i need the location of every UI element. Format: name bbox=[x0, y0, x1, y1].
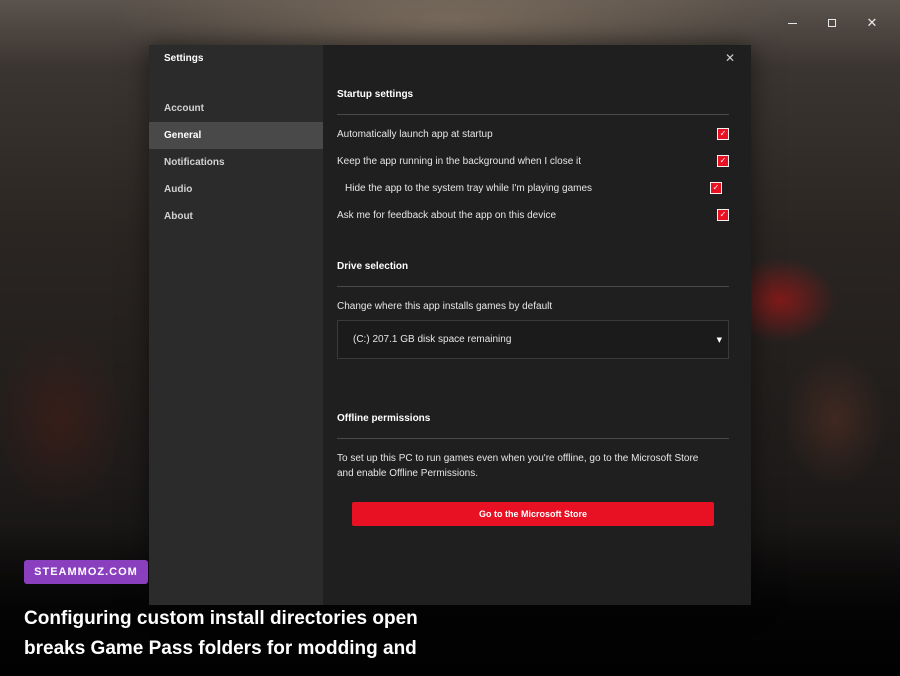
settings-dialog: Settings Account General Notifications A… bbox=[149, 45, 751, 605]
offline-divider bbox=[337, 438, 729, 439]
microsoft-store-button[interactable]: Go to the Microsoft Store bbox=[352, 502, 714, 526]
sidebar-item-general[interactable]: General bbox=[149, 122, 323, 149]
setting-label: Keep the app running in the background w… bbox=[337, 156, 582, 167]
install-drive-dropdown[interactable]: (C:) 207.1 GB disk space remaining ▼ bbox=[337, 320, 729, 359]
setting-label: Ask me for feedback about the app on thi… bbox=[337, 210, 557, 221]
offline-description-line: and enable Offline Permissions. bbox=[337, 468, 479, 479]
minimize-icon bbox=[787, 22, 797, 24]
caption-line: Configuring custom install directories o… bbox=[24, 608, 418, 629]
dropdown-selected-value: (C:) 207.1 GB disk space remaining bbox=[353, 334, 512, 345]
drive-section-title: Drive selection bbox=[337, 261, 409, 272]
sidebar-item-account[interactable]: Account bbox=[149, 95, 323, 122]
minimize-button[interactable] bbox=[772, 12, 812, 34]
checkmark-icon: ✓ bbox=[719, 156, 727, 165]
setting-auto-launch: Automatically launch app at startup ✓ bbox=[337, 121, 729, 148]
caption-line: breaks Game Pass folders for modding and bbox=[24, 638, 417, 659]
setting-label: Automatically launch app at startup bbox=[337, 129, 493, 140]
close-icon: ✕ bbox=[724, 51, 736, 65]
settings-content: ✕ Startup settings Automatically launch … bbox=[323, 45, 751, 605]
setting-label: Hide the app to the system tray while I'… bbox=[345, 183, 593, 194]
offline-description: To set up this PC to run games even when… bbox=[337, 451, 729, 481]
startup-divider bbox=[337, 114, 729, 115]
offline-description-line: To set up this PC to run games even when… bbox=[337, 453, 699, 464]
feedback-checkbox[interactable]: ✓ bbox=[717, 209, 729, 221]
sidebar-title: Settings bbox=[164, 53, 204, 64]
maximize-icon bbox=[828, 19, 836, 27]
run-background-checkbox[interactable]: ✓ bbox=[717, 155, 729, 167]
checkmark-icon: ✓ bbox=[719, 129, 727, 138]
sidebar-item-notifications[interactable]: Notifications bbox=[149, 149, 323, 176]
hide-to-tray-checkbox[interactable]: ✓ bbox=[710, 182, 722, 194]
settings-sidebar: Settings Account General Notifications A… bbox=[149, 45, 323, 605]
maximize-button[interactable] bbox=[812, 12, 852, 34]
checkmark-icon: ✓ bbox=[712, 183, 720, 192]
chevron-down-icon: ▼ bbox=[716, 335, 722, 344]
drive-description: Change where this app installs games by … bbox=[337, 301, 553, 312]
sidebar-item-about[interactable]: About bbox=[149, 203, 323, 230]
setting-feedback: Ask me for feedback about the app on thi… bbox=[337, 202, 729, 229]
article-caption: Configuring custom install directories o… bbox=[24, 604, 884, 664]
startup-options: Automatically launch app at startup ✓ Ke… bbox=[337, 121, 729, 229]
close-icon: ✕ bbox=[866, 15, 878, 31]
startup-section-title: Startup settings bbox=[337, 89, 414, 100]
window-controls: ✕ bbox=[772, 12, 892, 34]
window-close-button[interactable]: ✕ bbox=[852, 12, 892, 34]
drive-divider bbox=[337, 286, 729, 287]
setting-run-background: Keep the app running in the background w… bbox=[337, 148, 729, 175]
auto-launch-checkbox[interactable]: ✓ bbox=[717, 128, 729, 140]
offline-section-title: Offline permissions bbox=[337, 413, 431, 424]
sidebar-item-audio[interactable]: Audio bbox=[149, 176, 323, 203]
setting-hide-to-tray: Hide the app to the system tray while I'… bbox=[337, 175, 729, 202]
watermark-badge: STEAMMOZ.COM bbox=[24, 560, 148, 584]
dialog-close-button[interactable]: ✕ bbox=[723, 51, 737, 65]
checkmark-icon: ✓ bbox=[719, 210, 727, 219]
